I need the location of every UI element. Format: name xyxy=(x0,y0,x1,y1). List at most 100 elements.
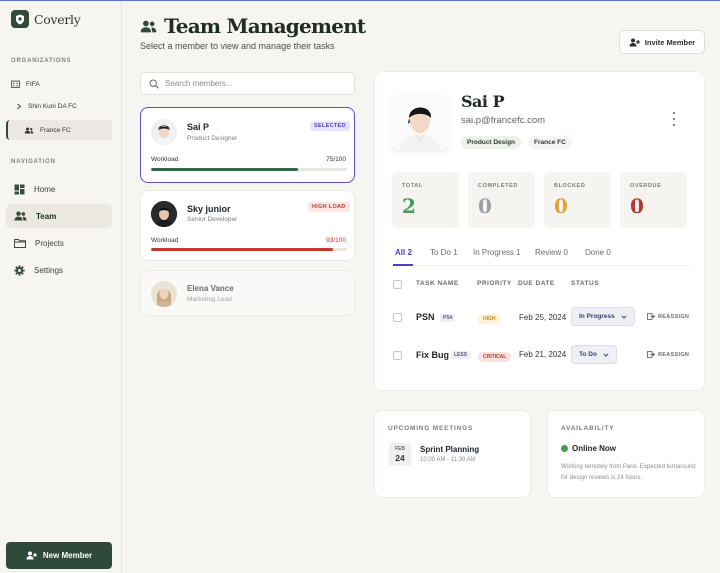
stat-overdue: OVERDUE 0 xyxy=(620,172,687,228)
status-dropdown[interactable]: In Progress xyxy=(571,307,635,326)
reassign-button[interactable]: REASSIGN xyxy=(647,313,689,320)
workload-value: 93/100 xyxy=(326,237,346,244)
workload-bar-fill xyxy=(151,248,334,251)
sidebar-org-fifa[interactable]: FIFA xyxy=(11,80,40,88)
row-checkbox[interactable] xyxy=(393,351,402,360)
reassign-label: REASSIGN xyxy=(658,351,690,358)
team-icon xyxy=(14,211,27,221)
sidebar-org-shin-kuni[interactable]: Shin Kuni DA FC xyxy=(16,103,77,110)
member-role: Senior Developer xyxy=(187,216,238,223)
search-box[interactable] xyxy=(140,72,355,95)
meeting-name[interactable]: Sprint Planning xyxy=(420,445,479,454)
reassign-icon xyxy=(647,313,655,320)
status-value: To Do xyxy=(579,351,597,358)
search-input[interactable] xyxy=(165,79,345,88)
member-detail-email[interactable]: sai.p@francefc.com xyxy=(461,115,545,126)
meeting-day: 24 xyxy=(395,453,405,463)
member-card-sai-p[interactable]: Sai P Product Designer SELECTED Workload… xyxy=(140,107,355,183)
nav-item-team[interactable]: Team xyxy=(6,204,112,228)
member-detail-card: Sai P sai.p@francefc.com Product Design … xyxy=(374,71,705,391)
upcoming-meetings-card: UPCOMING MEETINGS FEB 24 Sprint Planning… xyxy=(374,410,531,498)
meeting-date: FEB 24 xyxy=(389,443,411,466)
nav-item-home[interactable]: Home xyxy=(6,177,112,201)
page-subtitle: Select a member to view and manage their… xyxy=(140,41,335,51)
nav-item-label: Settings xyxy=(34,265,63,275)
task-due-date: Feb 25, 2024 xyxy=(519,313,567,322)
stat-blocked: BLOCKED 0 xyxy=(544,172,611,228)
tab-all[interactable]: All 2 xyxy=(395,248,412,257)
brand-name: Coverly xyxy=(34,11,81,27)
brand[interactable]: Coverly xyxy=(11,10,81,28)
new-member-label: New Member xyxy=(42,551,93,560)
task-name[interactable]: Fix Bug xyxy=(416,350,449,360)
status-badge: HIGH LOAD xyxy=(308,202,350,212)
stat-label: BLOCKED xyxy=(554,183,586,189)
more-options-icon[interactable] xyxy=(671,112,677,126)
workload-bar xyxy=(151,168,347,171)
column-header-task-name: TASK NAME xyxy=(416,280,459,287)
member-name: Elena Vance xyxy=(187,284,234,293)
stat-value: 0 xyxy=(478,194,492,218)
organizations-label: ORGANIZATIONS xyxy=(11,58,72,64)
sidebar-org-france-fc[interactable]: France FC xyxy=(6,120,112,140)
nav-item-projects[interactable]: Projects xyxy=(6,231,112,255)
avatar xyxy=(151,119,177,145)
meeting-time: 10:00 AM - 11:30 AM xyxy=(420,457,476,463)
workload-label: Workload xyxy=(151,237,179,244)
add-user-icon xyxy=(629,38,640,46)
sidebar-org-label: Shin Kuni DA FC xyxy=(28,103,77,110)
invite-member-button[interactable]: Invite Member xyxy=(619,30,705,54)
member-card-sky-junior[interactable]: Sky junior Senior Developer HIGH LOAD Wo… xyxy=(140,190,355,261)
column-header-status: STATUS xyxy=(571,280,600,287)
chevron-down-icon xyxy=(621,314,627,319)
availability-title: AVAILABILITY xyxy=(561,425,615,432)
building-icon xyxy=(11,80,20,88)
avatar xyxy=(151,201,177,227)
workload-value: 75/100 xyxy=(326,156,346,163)
priority-badge: HIGH xyxy=(478,314,501,324)
stat-total: TOTAL 2 xyxy=(392,172,459,228)
member-card-elena-vance[interactable]: Elena Vance Marketing Lead xyxy=(140,270,355,316)
gear-icon xyxy=(14,264,25,276)
reassign-label: REASSIGN xyxy=(658,313,690,320)
team-icon xyxy=(140,20,157,32)
availability-card: AVAILABILITY Online Now Working remotely… xyxy=(547,410,705,498)
tab-review[interactable]: Review 0 xyxy=(535,248,568,257)
status-dropdown[interactable]: To Do xyxy=(571,345,617,364)
chevron-right-icon xyxy=(17,103,22,110)
chevron-down-icon xyxy=(603,352,609,357)
row-checkbox[interactable] xyxy=(393,313,402,322)
task-name[interactable]: PSN xyxy=(416,312,435,322)
navigation-label: NAVIGATION xyxy=(11,159,56,165)
member-detail-name: Sai P xyxy=(461,92,505,111)
new-member-button[interactable]: New Member xyxy=(6,542,112,569)
workload-label: Workload xyxy=(151,156,179,163)
tab-done[interactable]: Done 0 xyxy=(585,248,611,257)
brand-logo-icon xyxy=(11,10,29,28)
status-badge: SELECTED xyxy=(310,121,350,131)
tag-product-design: Product Design xyxy=(461,136,522,149)
member-name: Sky junior xyxy=(187,204,231,214)
nav-item-settings[interactable]: Settings xyxy=(6,258,112,282)
sidebar-org-label: FIFA xyxy=(26,80,40,88)
stat-value: 0 xyxy=(630,194,644,218)
status-value: In Progress xyxy=(579,313,615,320)
online-status-dot xyxy=(561,445,568,452)
column-header-priority: PRIORITY xyxy=(477,280,512,287)
nav-item-label: Team xyxy=(36,211,57,221)
search-icon xyxy=(149,78,159,89)
nav-item-label: Home xyxy=(34,184,56,194)
reassign-icon xyxy=(647,351,655,358)
task-due-date: Feb 21, 2024 xyxy=(519,350,567,359)
dashboard-icon xyxy=(14,184,25,194)
tab-to-do[interactable]: To Do 1 xyxy=(430,248,458,257)
stat-completed: COMPLETED 0 xyxy=(468,172,535,228)
folder-icon xyxy=(14,239,26,248)
page-header: Team Management xyxy=(140,14,366,38)
reassign-button[interactable]: REASSIGN xyxy=(647,351,689,358)
stat-label: COMPLETED xyxy=(478,183,518,189)
select-all-checkbox[interactable] xyxy=(393,280,402,289)
column-header-due-date: DUE DATE xyxy=(518,280,555,287)
tab-in-progress[interactable]: In Progress 1 xyxy=(473,248,521,257)
member-photo xyxy=(391,94,449,150)
